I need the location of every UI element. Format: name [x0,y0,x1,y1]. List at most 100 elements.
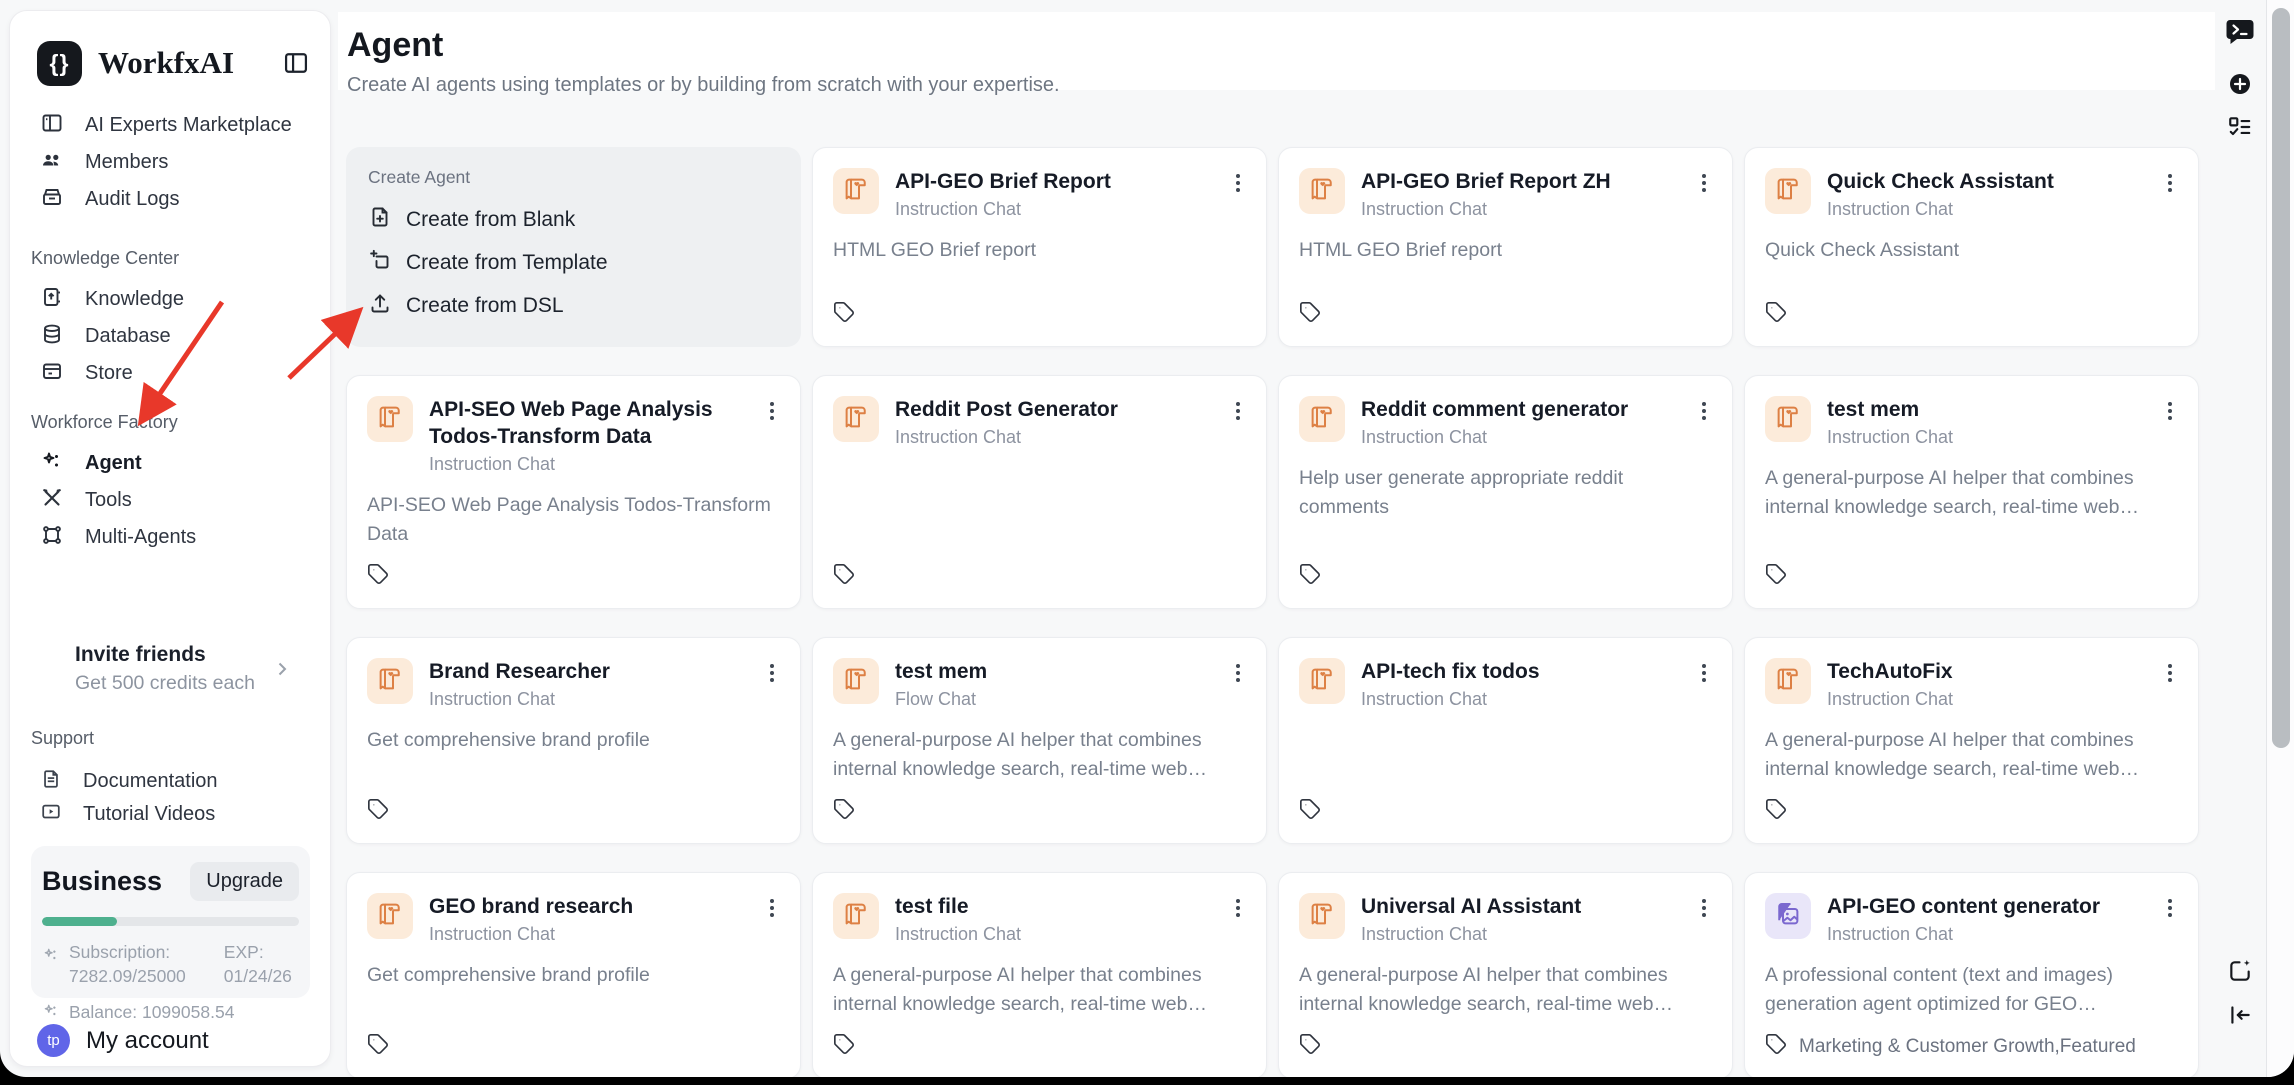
agent-card-icon [367,658,413,704]
open-new-sparkle-icon[interactable] [2227,958,2253,989]
sidebar-item-multi-agents[interactable]: Multi-Agents [10,519,330,556]
invite-friends[interactable]: Invite friends Get 500 credits each [10,643,330,695]
agent-scroll-icon [1307,664,1337,699]
tag-icon [833,1033,855,1060]
sidebar-item-ai-experts-marketplace[interactable]: AI Experts Marketplace [10,107,330,144]
agent-card[interactable]: API-tech fix todos Instruction Chat [1278,637,1733,844]
agent-scroll-icon [841,174,871,209]
agent-card-title: Reddit Post Generator [895,396,1118,423]
agent-card[interactable]: Quick Check Assistant Instruction Chat Q… [1744,147,2199,347]
sidebar-item-members[interactable]: Members [10,144,330,181]
add-icon[interactable] [2228,72,2252,101]
create-from-template[interactable]: Create from Template [368,241,779,284]
section-support: Support [10,725,330,751]
subscription-progress [42,917,299,926]
agent-card[interactable]: Universal AI Assistant Instruction Chat … [1278,872,1733,1077]
sidebar: {} WorkfxAI AI Experts Marketplace Membe… [9,10,331,1067]
kebab-menu-icon[interactable] [758,891,786,925]
terminal-chat-icon[interactable] [2224,16,2256,53]
kebab-menu-icon[interactable] [2156,166,2184,200]
kebab-menu-icon[interactable] [1224,656,1252,690]
kebab-menu-icon[interactable] [1224,394,1252,428]
agent-card-tag: Marketing & Customer Growth,Featured [1799,1036,2136,1058]
agent-card-icon [833,168,879,214]
upgrade-button[interactable]: Upgrade [190,862,299,901]
collapse-left-icon[interactable] [2227,1002,2253,1033]
section-knowledge-center: Knowledge Center [10,245,330,271]
agent-card[interactable]: test mem Flow Chat A general-purpose AI … [812,637,1267,844]
my-account[interactable]: tp My account [37,1024,209,1057]
sidebar-item-database[interactable]: Database [10,318,330,355]
tag-icon [1765,1033,1787,1060]
kebab-menu-icon[interactable] [1690,656,1718,690]
agent-card-footer [833,1019,1246,1060]
agent-scroll-icon [375,402,405,437]
agent-card-title: API-GEO Brief Report ZH [1361,168,1611,195]
agent-card[interactable]: test mem Instruction Chat A general-purp… [1744,375,2199,609]
agent-card-type: Instruction Chat [429,454,750,475]
create-from-blank[interactable]: Create from Blank [368,198,779,241]
tag-icon [1765,798,1787,825]
kebab-menu-icon[interactable] [2156,656,2184,690]
kebab-menu-icon[interactable] [2156,891,2184,925]
agent-card-description: A professional content (text and images)… [1765,961,2178,1019]
agent-card-icon [367,893,413,939]
agent-card[interactable]: API-GEO content generator Instruction Ch… [1744,872,2199,1077]
agent-card[interactable]: Brand Researcher Instruction Chat Get co… [346,637,801,844]
kebab-menu-icon[interactable] [1224,166,1252,200]
agent-card-description: A general-purpose AI helper that combine… [833,961,1246,1019]
agent-card[interactable]: Reddit Post Generator Instruction Chat [812,375,1267,609]
agent-card-type: Instruction Chat [1361,924,1581,945]
agent-card-type: Instruction Chat [429,689,610,710]
scrollbar-thumb[interactable] [2272,8,2290,748]
kebab-menu-icon[interactable] [2156,394,2184,428]
kebab-menu-icon[interactable] [758,656,786,690]
sidebar-collapse-icon[interactable] [282,49,310,77]
tag-icon [367,1033,389,1060]
agent-scroll-icon [1773,402,1803,437]
page-header: Agent Create AI agents using templates o… [338,12,2215,90]
agent-scroll-icon [1773,174,1803,209]
agent-card-footer [367,1019,780,1060]
tag-icon [1765,563,1787,590]
agent-card[interactable]: API-GEO Brief Report ZH Instruction Chat… [1278,147,1733,347]
agent-card-title: TechAutoFix [1827,658,1953,685]
kebab-menu-icon[interactable] [758,394,786,428]
sidebar-item-documentation[interactable]: Documentation [10,765,330,798]
agent-card[interactable]: Reddit comment generator Instruction Cha… [1278,375,1733,609]
kebab-menu-icon[interactable] [1690,166,1718,200]
kebab-menu-icon[interactable] [1690,891,1718,925]
template-icon [368,248,392,278]
agent-card-type: Instruction Chat [1361,427,1628,448]
create-from-dsl[interactable]: Create from DSL [368,284,779,327]
sidebar-item-store[interactable]: Store [10,355,330,392]
tools-icon [40,486,64,516]
sidebar-item-tutorial-videos[interactable]: Tutorial Videos [10,798,330,831]
task-list-icon[interactable] [2227,114,2253,145]
sidebar-item-knowledge[interactable]: Knowledge [10,281,330,318]
kebab-menu-icon[interactable] [1224,891,1252,925]
sparkle-icon [42,996,60,1025]
agent-card-footer: Marketing & Customer Growth,Featured [1765,1019,2178,1060]
kebab-menu-icon[interactable] [1690,394,1718,428]
agent-card-description: Help user generate appropriate reddit co… [1299,464,1712,522]
tag-icon [1299,563,1321,590]
agent-card-footer [833,549,1246,590]
agent-card[interactable]: GEO brand research Instruction Chat Get … [346,872,801,1077]
agent-card[interactable]: API-GEO Brief Report Instruction Chat HT… [812,147,1267,347]
agent-card-type: Instruction Chat [895,199,1111,220]
exp-label: EXP: [224,940,292,964]
sidebar-item-tools[interactable]: Tools [10,482,330,519]
sidebar-item-agent[interactable]: Agent [10,445,330,482]
agent-scroll-icon [1307,402,1337,437]
tutorial-videos-icon [40,801,62,829]
agent-card[interactable]: test file Instruction Chat A general-pur… [812,872,1267,1077]
agent-card-description: HTML GEO Brief report [1299,236,1712,265]
agent-card-icon [1299,396,1345,442]
agent-card[interactable]: TechAutoFix Instruction Chat A general-p… [1744,637,2199,844]
agent-card-description: Quick Check Assistant [1765,236,2178,265]
agent-card[interactable]: API-SEO Web Page Analysis Todos-Transfor… [346,375,801,609]
right-toolbar [2214,0,2266,1077]
sidebar-item-audit-logs[interactable]: Audit Logs [10,181,330,218]
agent-card-type: Instruction Chat [1827,427,1953,448]
